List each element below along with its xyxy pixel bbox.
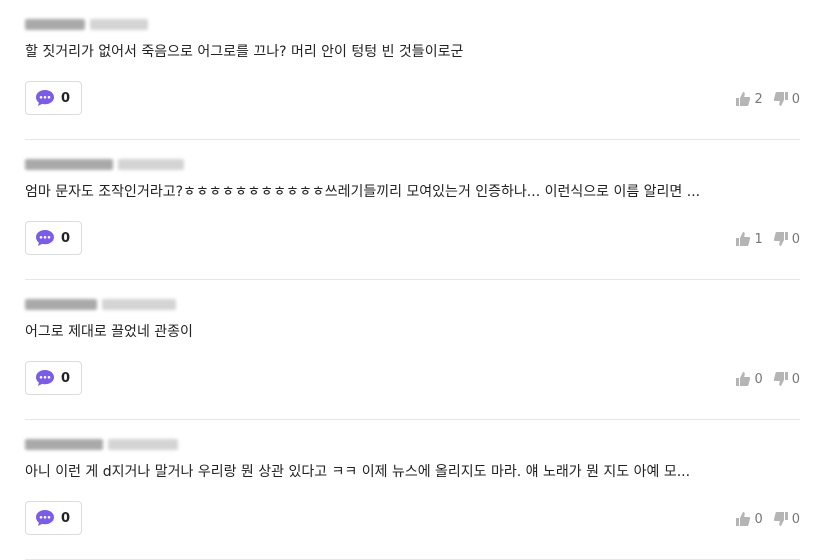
comment-meta-blurred (25, 297, 176, 311)
comment-text: 엄마 문자도 조작인거라고?ㅎㅎㅎㅎㅎㅎㅎㅎㅎㅎㅎ쓰레기들끼리 모여있는거 인증… (25, 184, 701, 200)
thumbs-up-icon (736, 512, 751, 526)
reply-count: 0 (61, 90, 71, 106)
like-count: 0 (754, 511, 763, 527)
reply-count: 0 (61, 370, 71, 386)
vote-group: 0 0 (735, 369, 800, 389)
author-name-blurred (25, 158, 113, 170)
thumbs-down-icon (773, 372, 788, 386)
comment-meta-blurred (25, 437, 178, 451)
reply-count: 0 (61, 230, 71, 246)
comment-text: 할 짓거리가 없어서 죽음으로 어그로를 끄나? 머리 안이 텅텅 빈 것들이로… (25, 44, 464, 60)
speech-bubble-icon (36, 370, 54, 386)
dislike-button[interactable]: 0 (773, 231, 800, 247)
reply-button[interactable]: 0 (25, 81, 82, 115)
thumbs-down-icon (773, 232, 788, 246)
thumbs-up-icon (736, 92, 751, 106)
comment-text: 아니 이런 게 d지거나 말거나 우리랑 뭔 상관 있다고 ㅋㅋ 이제 뉴스에 … (25, 464, 691, 480)
comment-item: 아니 이런 게 d지거나 말거나 우리랑 뭔 상관 있다고 ㅋㅋ 이제 뉴스에 … (25, 420, 800, 560)
comment-date-blurred (118, 158, 184, 170)
dislike-button[interactable]: 0 (773, 511, 800, 527)
dislike-count: 0 (791, 371, 800, 387)
thumbs-up-icon (736, 372, 751, 386)
comment-date-blurred (90, 18, 148, 30)
like-count: 2 (754, 91, 763, 107)
vote-group: 2 0 (735, 89, 800, 109)
speech-bubble-icon (36, 510, 54, 526)
author-name-blurred (25, 438, 103, 450)
like-button[interactable]: 0 (735, 371, 763, 387)
speech-bubble-icon (36, 230, 54, 246)
comment-item: 어그로 제대로 끌었네 관종이 0 0 0 (25, 280, 800, 420)
thumbs-down-icon (773, 92, 788, 106)
comment-meta-blurred (25, 157, 184, 171)
author-name-blurred (25, 298, 97, 310)
comment-meta-blurred (25, 17, 148, 31)
reply-button[interactable]: 0 (25, 501, 82, 535)
reply-count: 0 (61, 510, 71, 526)
reply-button[interactable]: 0 (25, 221, 82, 255)
dislike-button[interactable]: 0 (773, 91, 800, 107)
like-count: 0 (754, 371, 763, 387)
comment-date-blurred (102, 298, 176, 310)
dislike-count: 0 (791, 511, 800, 527)
thumbs-down-icon (773, 512, 788, 526)
dislike-button[interactable]: 0 (773, 371, 800, 387)
author-name-blurred (25, 18, 85, 30)
comment-item: 할 짓거리가 없어서 죽음으로 어그로를 끄나? 머리 안이 텅텅 빈 것들이로… (25, 0, 800, 140)
comment-date-blurred (108, 438, 178, 450)
like-button[interactable]: 2 (735, 91, 763, 107)
dislike-count: 0 (791, 91, 800, 107)
thumbs-up-icon (736, 232, 751, 246)
vote-group: 0 0 (735, 509, 800, 529)
comment-text: 어그로 제대로 끌었네 관종이 (25, 324, 193, 340)
like-button[interactable]: 0 (735, 511, 763, 527)
comment-item: 엄마 문자도 조작인거라고?ㅎㅎㅎㅎㅎㅎㅎㅎㅎㅎㅎ쓰레기들끼리 모여있는거 인증… (25, 140, 800, 280)
reply-button[interactable]: 0 (25, 361, 82, 395)
speech-bubble-icon (36, 90, 54, 106)
like-button[interactable]: 1 (735, 231, 763, 247)
dislike-count: 0 (791, 231, 800, 247)
like-count: 1 (754, 231, 763, 247)
vote-group: 1 0 (735, 229, 800, 249)
